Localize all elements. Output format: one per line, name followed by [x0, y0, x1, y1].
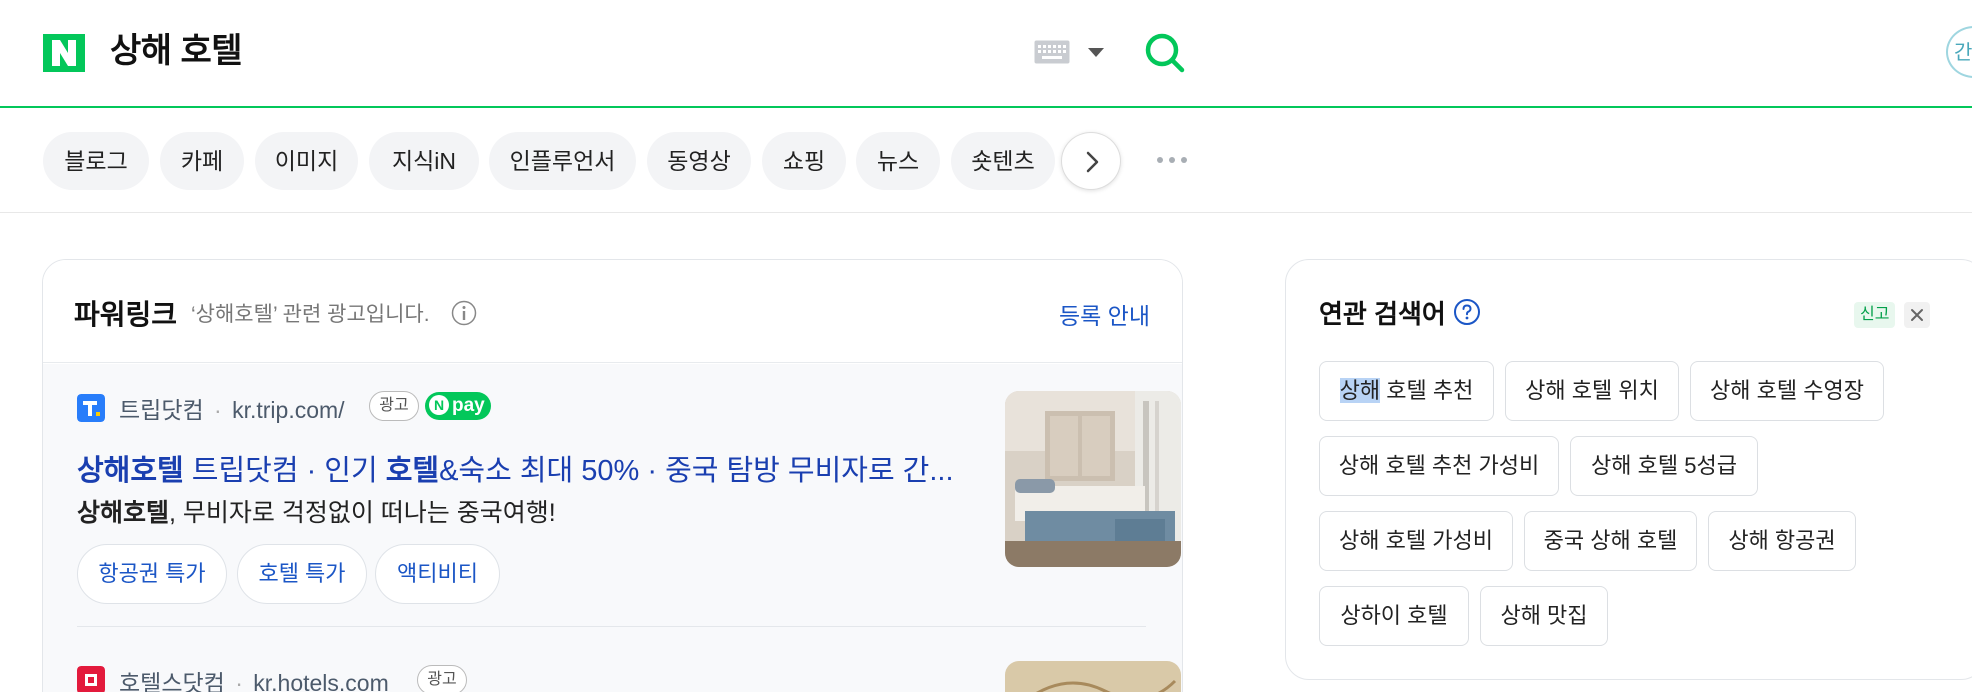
- tab-video[interactable]: 동영상: [647, 132, 751, 190]
- search-query[interactable]: 상해 호텔: [110, 27, 243, 75]
- site-name-text: 호텔스닷컴: [119, 670, 225, 692]
- trip-favicon-icon: [77, 394, 105, 422]
- related-chip[interactable]: 상하이 호텔: [1319, 586, 1469, 646]
- site-url: kr.hotels.com: [253, 670, 389, 692]
- ad-item: 트립닷컴 · kr.trip.com/ 광고 Npay 상해호텔 트립닷컴 · …: [77, 391, 1181, 604]
- keyboard-icon[interactable]: [1034, 40, 1070, 64]
- ad-title-text: 트립닷컴 · 인기: [183, 455, 386, 487]
- tab-shortents[interactable]: 숏텐츠: [951, 132, 1055, 190]
- powerlink-title: 파워링크: [74, 299, 178, 330]
- site-name-text: 트립닷컴: [119, 397, 204, 423]
- ad-site-name[interactable]: 트립닷컴 · kr.trip.com/: [119, 391, 345, 425]
- ad-badge: 광고: [369, 391, 419, 421]
- npay-badge: Npay: [425, 392, 491, 420]
- ad-description: 상해호텔, 무비자로 걱정없이 떠나는 중국여행!: [77, 493, 556, 529]
- separator: ·: [235, 670, 243, 692]
- sublink-hotel[interactable]: 호텔 특가: [237, 544, 367, 604]
- related-chip[interactable]: 상해 항공권: [1708, 511, 1856, 571]
- ad-thumbnail-image[interactable]: [1005, 661, 1181, 692]
- tab-cafe[interactable]: 카페: [160, 132, 244, 190]
- tab-image[interactable]: 이미지: [255, 132, 358, 190]
- related-chip[interactable]: 상해 호텔 추천: [1319, 361, 1494, 421]
- related-chip[interactable]: 상해 호텔 5성급: [1570, 436, 1758, 496]
- powerlink-section: 파워링크 ‘상해호텔’ 관련 광고입니다. 등록 안내 트립닷컴 · kr.tr…: [42, 259, 1183, 692]
- chip-text: 상해 호텔 수영장: [1710, 378, 1864, 403]
- search-header: 상해 호텔 간: [0, 0, 1972, 108]
- chip-text: 상해 항공권: [1728, 528, 1836, 553]
- powerlink-subtitle: ‘상해호텔’ 관련 광고입니다.: [191, 303, 430, 326]
- chip-text: 상해 호텔 5성급: [1591, 453, 1737, 478]
- chip-text: 상해 호텔 가성비: [1339, 528, 1493, 553]
- help-icon[interactable]: [1453, 298, 1481, 326]
- ad-desc-bold: 상해호텔: [77, 499, 170, 527]
- tabs-next-button[interactable]: [1061, 132, 1121, 190]
- chip-text: 상해 호텔 위치: [1525, 378, 1659, 403]
- separator: ·: [214, 397, 222, 423]
- tab-kin[interactable]: 지식iN: [369, 132, 479, 190]
- powerlink-header: 파워링크 ‘상해호텔’ 관련 광고입니다. 등록 안내: [43, 260, 1182, 363]
- related-searches-section: 연관 검색어 신고 상해 호텔 추천 상해 호텔 위치 상해 호텔 수영장 상해…: [1285, 259, 1972, 680]
- search-tabs: 블로그 카페 이미지 지식iN 인플루언서 동영상 쇼핑 뉴스 숏텐츠: [0, 110, 1972, 213]
- naver-logo[interactable]: [43, 34, 85, 72]
- keyboard-dropdown-icon[interactable]: [1088, 48, 1104, 57]
- npay-label: pay: [452, 395, 485, 416]
- related-chip[interactable]: 중국 상해 호텔: [1524, 511, 1697, 571]
- info-icon[interactable]: [451, 300, 477, 326]
- related-chip[interactable]: 상해 호텔 추천 가성비: [1319, 436, 1559, 496]
- search-icon[interactable]: [1142, 30, 1188, 76]
- corner-badge[interactable]: 간: [1946, 26, 1972, 78]
- chip-highlight: 상해: [1339, 378, 1381, 403]
- related-searches-title: 연관 검색어: [1319, 299, 1446, 329]
- ad-site-name[interactable]: 호텔스닷컴 · kr.hotels.com: [119, 664, 389, 692]
- report-button[interactable]: 신고: [1854, 302, 1896, 328]
- ad-thumbnail-image[interactable]: [1005, 391, 1181, 567]
- sublink-flight[interactable]: 항공권 특가: [77, 544, 227, 604]
- powerlink-ads: 트립닷컴 · kr.trip.com/ 광고 Npay 상해호텔 트립닷컴 · …: [43, 364, 1182, 692]
- tab-news[interactable]: 뉴스: [856, 132, 940, 190]
- chip-text: 상하이 호텔: [1340, 603, 1448, 628]
- register-guide-link[interactable]: 등록 안내: [1059, 297, 1150, 331]
- ad-title-bold: 상해호텔: [77, 455, 184, 487]
- hotels-favicon-icon: [77, 666, 105, 692]
- more-icon[interactable]: [1156, 155, 1188, 165]
- tab-shopping[interactable]: 쇼핑: [762, 132, 846, 190]
- ad-item: 호텔스닷컴 · kr.hotels.com 광고: [77, 661, 1181, 692]
- close-icon[interactable]: [1904, 302, 1930, 328]
- chip-text: 상해 호텔 추천 가성비: [1338, 453, 1540, 478]
- related-chip[interactable]: 상해 호텔 수영장: [1690, 361, 1884, 421]
- ad-divider: [77, 626, 1146, 627]
- tab-influencer[interactable]: 인플루언서: [489, 132, 636, 190]
- ad-desc-text: , 무비자로 걱정없이 떠나는 중국여행!: [169, 499, 556, 527]
- ad-title-bold: 호텔: [385, 455, 440, 487]
- related-chip[interactable]: 상해 호텔 위치: [1505, 361, 1679, 421]
- npay-n: N: [429, 395, 449, 415]
- tab-blog[interactable]: 블로그: [43, 132, 149, 190]
- chip-text: 상해 맛집: [1500, 603, 1588, 628]
- related-chip[interactable]: 상해 맛집: [1480, 586, 1608, 646]
- naver-logo-glyph: [43, 34, 85, 72]
- chip-text: 중국 상해 호텔: [1543, 528, 1678, 553]
- ad-title-text: &숙소 최대 50% · 중국 탐방 무비자로 간...: [439, 455, 954, 487]
- ad-badge: 광고: [417, 665, 467, 692]
- sublink-activity[interactable]: 액티비티: [375, 544, 500, 604]
- corner-badge-text: 간: [1954, 42, 1972, 64]
- related-chip[interactable]: 상해 호텔 가성비: [1319, 511, 1513, 571]
- site-url: kr.trip.com/: [232, 397, 345, 423]
- chevron-right-icon: [1086, 151, 1099, 173]
- ad-title-link[interactable]: 상해호텔 트립닷컴 · 인기 호텔&숙소 최대 50% · 중국 탐방 무비자로…: [77, 447, 977, 489]
- chip-text: 호텔 추천: [1380, 378, 1474, 403]
